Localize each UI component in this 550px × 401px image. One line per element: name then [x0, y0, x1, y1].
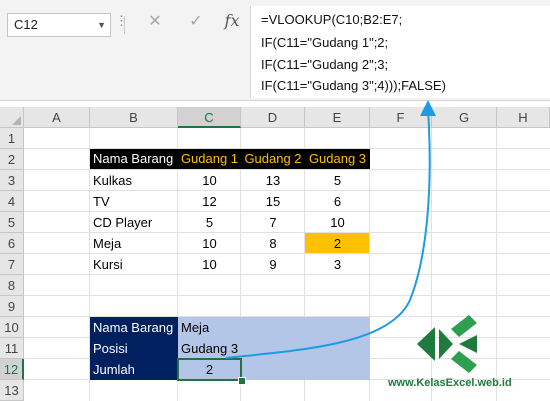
formula-bar-divider	[124, 16, 125, 34]
table-cell[interactable]: 10	[178, 233, 241, 254]
row-header-2[interactable]: 2	[0, 149, 24, 170]
table-header-cell[interactable]: Nama Barang	[90, 149, 178, 169]
lookup-label[interactable]: Jumlah	[90, 359, 178, 380]
column-header-e[interactable]: E	[305, 107, 370, 128]
name-box[interactable]: C12 ▼	[7, 13, 111, 37]
column-header-a[interactable]: A	[24, 107, 90, 128]
column-header-d[interactable]: D	[241, 107, 305, 128]
table-header-cell[interactable]: Gudang 2	[241, 149, 305, 169]
active-cell-selection[interactable]	[177, 358, 242, 381]
formula-line: =VLOOKUP(C10;B2:E7;	[261, 12, 403, 27]
table-cell[interactable]: Kursi	[90, 254, 178, 275]
table-cell[interactable]: 6	[305, 191, 370, 212]
column-header-f[interactable]: F	[370, 107, 432, 128]
chevron-down-icon[interactable]: ▼	[97, 14, 106, 36]
lookup-label[interactable]: Nama Barang	[90, 317, 178, 338]
column-header-b[interactable]: B	[90, 107, 178, 128]
table-cell[interactable]: 8	[241, 233, 305, 254]
gridline	[24, 295, 550, 296]
table-cell[interactable]: 5	[178, 212, 241, 233]
name-box-value: C12	[14, 17, 38, 32]
table-cell[interactable]: 7	[241, 212, 305, 233]
row-header-10[interactable]: 10	[0, 317, 24, 338]
table-cell[interactable]: CD Player	[90, 212, 178, 233]
fill-handle[interactable]	[238, 377, 246, 385]
formula-line: IF(C11="Gudang 2";3;	[261, 57, 389, 72]
table-cell[interactable]: TV	[90, 191, 178, 212]
row-header-13[interactable]: 13	[0, 380, 24, 401]
table-cell[interactable]: Meja	[90, 233, 178, 254]
insert-function-icon[interactable]: fx	[222, 11, 242, 30]
column-header-g[interactable]: G	[432, 107, 497, 128]
row-header-12[interactable]: 12	[0, 359, 24, 380]
row-header-7[interactable]: 7	[0, 254, 24, 275]
formula-bar: C12 ▼ ⋮ ✕ ✓ fx =VLOOKUP(C10;B2:E7; IF(C1…	[0, 0, 550, 101]
formula-line: IF(C11="Gudang 3";4)));FALSE)	[261, 78, 446, 93]
gridline	[496, 128, 497, 401]
table-cell[interactable]: 13	[241, 170, 305, 191]
table-cell[interactable]: 10	[305, 212, 370, 233]
row-header-1[interactable]: 1	[0, 128, 24, 149]
row-header-4[interactable]: 4	[0, 191, 24, 212]
more-icon: ⋮	[115, 13, 128, 28]
row-header-11[interactable]: 11	[0, 338, 24, 359]
table-cell[interactable]: 15	[241, 191, 305, 212]
lookup-value-nama-barang[interactable]: Meja	[178, 317, 241, 338]
row-header-9[interactable]: 9	[0, 296, 24, 317]
table-cell[interactable]: 3	[305, 254, 370, 275]
formula-line: IF(C11="Gudang 1";2;	[261, 35, 389, 50]
table-cell[interactable]: 12	[178, 191, 241, 212]
lookup-label[interactable]: Posisi	[90, 338, 178, 359]
table-header-cell[interactable]: Gudang 1	[178, 149, 241, 169]
table-cell[interactable]: 10	[178, 170, 241, 191]
table-cell[interactable]: 9	[241, 254, 305, 275]
table-cell-highlighted[interactable]: 2	[305, 233, 370, 254]
lookup-value-posisi[interactable]: Gudang 3	[178, 338, 241, 359]
row-header-5[interactable]: 5	[0, 212, 24, 233]
table-header-cell[interactable]: Gudang 3	[305, 149, 370, 169]
row-header-6[interactable]: 6	[0, 233, 24, 254]
kelasexcel-k-logo-icon	[417, 315, 477, 373]
column-header-h[interactable]: H	[497, 107, 550, 128]
enter-icon[interactable]: ✓	[186, 11, 206, 31]
formula-input[interactable]: =VLOOKUP(C10;B2:E7; IF(C11="Gudang 1";2;…	[250, 6, 550, 98]
row-header-8[interactable]: 8	[0, 275, 24, 296]
logo-text: www.KelasExcel.web.id	[388, 377, 512, 389]
select-all-icon	[12, 116, 21, 125]
table-cell[interactable]: Kulkas	[90, 170, 178, 191]
column-header-c[interactable]: C	[178, 107, 241, 128]
select-all-button[interactable]	[0, 107, 24, 128]
cancel-icon[interactable]: ✕	[145, 11, 165, 31]
row-header-3[interactable]: 3	[0, 170, 24, 191]
table-cell[interactable]: 10	[178, 254, 241, 275]
table-cell[interactable]: 5	[305, 170, 370, 191]
